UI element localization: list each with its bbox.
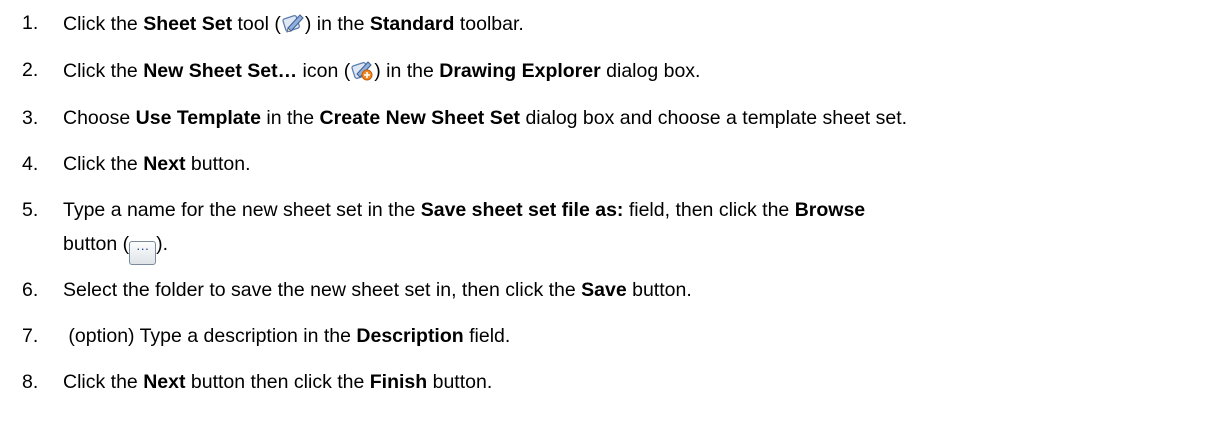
step-text: Choose Use Template in the Create New Sh… bbox=[63, 107, 908, 129]
step-text: Click the Next button then click the Fin… bbox=[63, 371, 493, 393]
sheet-set-icon bbox=[281, 12, 305, 40]
step-number: 4. bbox=[22, 153, 39, 175]
step-text: Type a name for the new sheet set in the… bbox=[63, 199, 866, 221]
step-text: Click the Next button. bbox=[63, 153, 251, 175]
step-text: Select the folder to save the new sheet … bbox=[63, 279, 692, 301]
step-text: (option) Type a description in the Descr… bbox=[63, 325, 511, 347]
browse-button: ··· bbox=[129, 241, 157, 265]
new-sheet-set-icon bbox=[350, 59, 374, 87]
step-text: button (···). bbox=[63, 233, 168, 265]
instruction-list: 1. Click the Sheet Set tool () in the St… bbox=[0, 0, 1228, 421]
step-number: 8. bbox=[22, 371, 39, 393]
step-text: Click the Sheet Set tool () in the Stand… bbox=[63, 12, 524, 40]
step-number: 5. bbox=[22, 199, 39, 221]
step-number: 6. bbox=[22, 279, 39, 301]
step-number: 7. bbox=[22, 325, 39, 347]
step-number: 1. bbox=[22, 12, 39, 34]
step-number: 3. bbox=[22, 107, 39, 129]
step-number: 2. bbox=[22, 59, 39, 81]
step-text: Click the New Sheet Set… icon () in the … bbox=[63, 59, 700, 87]
